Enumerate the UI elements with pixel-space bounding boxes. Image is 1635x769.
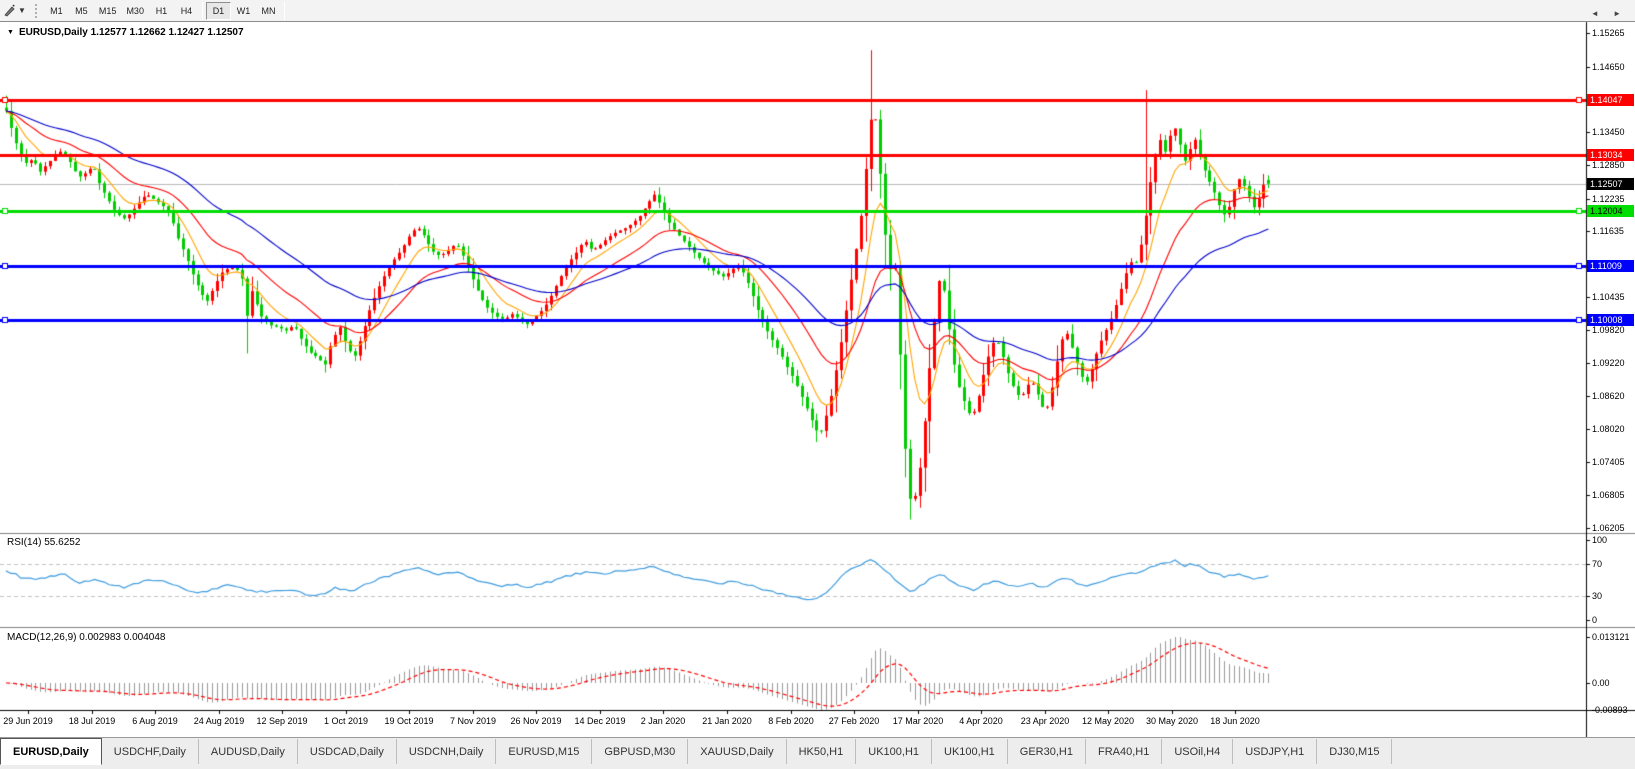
tab-fra40-h1[interactable]: FRA40,H1 — [1086, 739, 1163, 764]
tab-gbpusd-m30[interactable]: GBPUSD,M30 — [592, 739, 689, 764]
macd-tick-label: 0.013121 — [1592, 632, 1630, 642]
rsi-indicator-label: RSI(14) 55.6252 — [7, 537, 81, 548]
tab-eurusd-m15[interactable]: EURUSD,M15 — [496, 739, 593, 764]
tab-dj30-m15[interactable]: DJ30,M15 — [1317, 739, 1393, 764]
price-tick-label: 1.09220 — [1592, 358, 1625, 369]
timeframe-button-w1[interactable]: W1 — [231, 2, 256, 20]
price-tick-label: 1.08020 — [1592, 423, 1625, 434]
date-tick-label: 18 Jun 2020 — [1210, 716, 1260, 726]
date-tick-label: 27 Feb 2020 — [828, 716, 880, 726]
date-tick-label: 1 Oct 2019 — [323, 716, 369, 726]
timeframe-button-d1[interactable]: D1 — [205, 1, 231, 20]
tab-usdcnh-daily[interactable]: USDCNH,Daily — [397, 739, 497, 764]
tab-eurusd-daily[interactable]: EURUSD,Daily — [0, 738, 102, 765]
hline-price-label: 1.12004 — [1587, 205, 1634, 217]
date-tick-label: 23 Apr 2020 — [1020, 716, 1070, 726]
price-tick-label: 1.11635 — [1592, 226, 1624, 237]
timeframe-button-m5[interactable]: M5 — [69, 2, 94, 20]
timeframe-buttons: M1 M5 M15 M30 H1 H4 D1 W1 MN — [44, 1, 288, 20]
price-tick-label: 1.06805 — [1592, 490, 1625, 501]
date-tick-label: 17 Mar 2020 — [892, 716, 944, 726]
price-tick-label: 1.15265 — [1592, 28, 1625, 38]
toolbar-dropdown-caret[interactable]: ▼ — [18, 6, 26, 15]
tab-uk100-h1[interactable]: UK100,H1 — [856, 739, 933, 764]
hline-price-label: 1.11009 — [1587, 260, 1634, 272]
rsi-tick-label: 100 — [1592, 535, 1608, 545]
chart-tab-bar: EURUSD,Daily USDCHF,Daily AUDUSD,Daily USDC… — [0, 737, 1635, 769]
bid-price-label: 1.12507 — [1587, 178, 1634, 190]
chart-title: ▼ EURUSD,Daily 1.12577 1.12662 1.12427 1… — [7, 27, 244, 38]
tab-hk50-h1[interactable]: HK50,H1 — [787, 739, 857, 764]
date-tick-label: 14 Dec 2019 — [574, 716, 626, 726]
date-tick-label: 7 Nov 2019 — [449, 716, 497, 726]
date-tick-label: 6 Aug 2019 — [132, 716, 178, 726]
price-tick-label: 1.10435 — [1592, 291, 1625, 302]
price-tick-label: 1.14650 — [1592, 61, 1625, 72]
toolbar-separator — [283, 1, 285, 20]
tab-usdcad-daily[interactable]: USDCAD,Daily — [298, 739, 397, 764]
toolbar-grip[interactable] — [33, 3, 40, 19]
toolbar-separator — [201, 1, 203, 20]
hline-price-label: 1.14047 — [1587, 94, 1634, 106]
tab-scroll-right-icon[interactable]: ► — [1613, 9, 1627, 18]
timeframe-button-mn[interactable]: MN — [256, 2, 281, 20]
tab-usdchf-daily[interactable]: USDCHF,Daily — [102, 739, 199, 764]
timeframe-toolbar: ▼ M1 M5 M15 M30 H1 H4 D1 W1 MN — [0, 0, 1635, 22]
tab-usdjpy-h1[interactable]: USDJPY,H1 — [1233, 739, 1318, 764]
date-tick-label: 18 Jul 2019 — [68, 716, 116, 726]
tab-audusd-daily[interactable]: AUDUSD,Daily — [199, 739, 298, 764]
tab-xauusd-daily[interactable]: XAUUSD,Daily — [688, 739, 787, 764]
timeframe-button-h1[interactable]: H1 — [149, 2, 174, 20]
rsi-tick-label: 0 — [1592, 615, 1598, 625]
price-tick-label: 1.07405 — [1592, 457, 1625, 468]
date-tick-label: 2 Jan 2020 — [640, 716, 686, 726]
price-tick-label: 1.06205 — [1592, 523, 1625, 533]
timeframe-button-m1[interactable]: M1 — [44, 2, 69, 20]
date-tick-label: 24 Aug 2019 — [193, 716, 245, 726]
tab-scroll-arrows: ◄ ► — [1591, 9, 1627, 18]
tab-ger30-h1[interactable]: GER30,H1 — [1008, 739, 1086, 764]
date-tick-label: 19 Oct 2019 — [384, 716, 434, 726]
date-tick-label: 29 Jun 2019 — [3, 716, 53, 726]
main-chart-canvas[interactable] — [0, 0, 1635, 769]
date-tick-label: 30 May 2020 — [1145, 716, 1199, 726]
date-tick-label: 26 Nov 2019 — [510, 716, 562, 726]
macd-indicator-label: MACD(12,26,9) 0.002983 0.004048 — [7, 632, 166, 643]
chart-collapse-icon[interactable]: ▼ — [7, 29, 14, 36]
price-tick-label: 1.13450 — [1592, 127, 1625, 138]
timeframe-button-m30[interactable]: M30 — [121, 2, 149, 20]
trading-terminal-window: ▼ M1 M5 M15 M30 H1 H4 D1 W1 MN ▼ EURUSD,Daily 1.… — [0, 0, 1635, 769]
tab-usoil-h4[interactable]: USOil,H4 — [1162, 739, 1234, 764]
date-tick-label: 12 Sep 2019 — [256, 716, 308, 726]
rsi-tick-label: 70 — [1592, 559, 1603, 569]
timeframe-button-h4[interactable]: H4 — [174, 2, 199, 20]
price-tick-label: 1.09820 — [1592, 325, 1625, 336]
price-tick-label: 1.12235 — [1592, 193, 1625, 204]
hline-price-label: 1.13034 — [1587, 149, 1634, 161]
timeframe-button-m15[interactable]: M15 — [94, 2, 122, 20]
date-tick-label: 12 May 2020 — [1081, 716, 1135, 726]
macd-tick-label: -0.00893 — [1592, 704, 1628, 715]
tab-uk100-h1[interactable]: UK100,H1 — [932, 739, 1008, 764]
date-tick-label: 8 Feb 2020 — [768, 716, 814, 726]
rsi-tick-label: 30 — [1592, 591, 1603, 601]
price-tick-label: 1.12850 — [1592, 159, 1625, 170]
tab-scroll-left-icon[interactable]: ◄ — [1591, 9, 1605, 18]
date-tick-label: 21 Jan 2020 — [702, 716, 752, 726]
date-tick-label: 4 Apr 2020 — [959, 716, 1003, 726]
hline-price-label: 1.10008 — [1587, 314, 1634, 326]
price-tick-label: 1.08620 — [1592, 391, 1625, 402]
macd-tick-label: 0.00 — [1592, 678, 1610, 688]
draw-tool-icon[interactable] — [2, 3, 17, 18]
chart-title-text: EURUSD,Daily 1.12577 1.12662 1.12427 1.1… — [18, 27, 244, 38]
